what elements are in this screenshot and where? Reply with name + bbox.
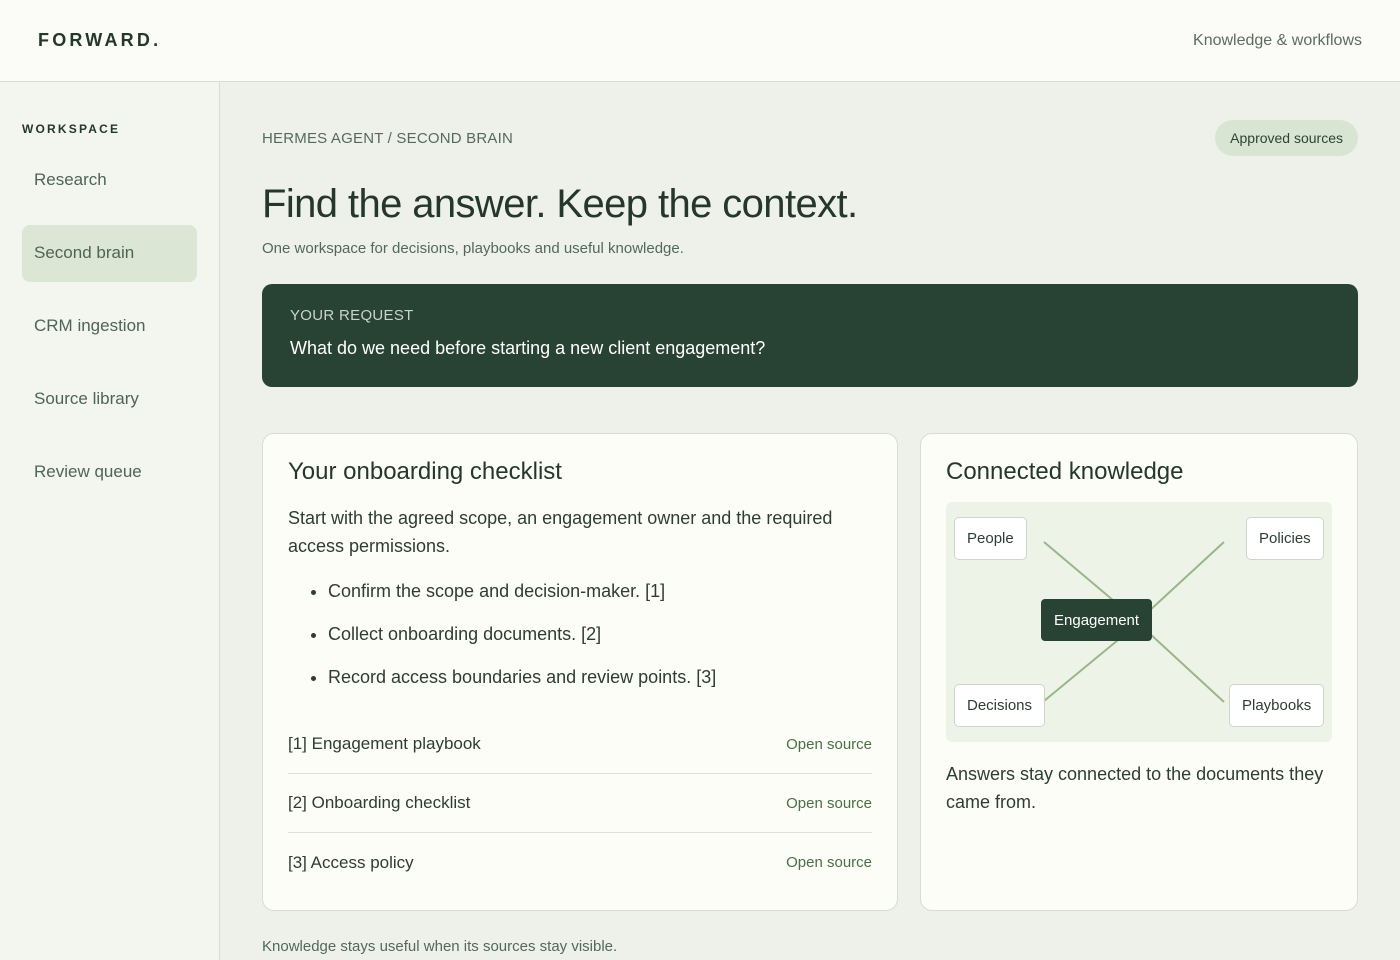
- sidebar-item-review-queue[interactable]: Review queue: [22, 444, 197, 501]
- connector-line: [1043, 541, 1115, 602]
- breadcrumb: HERMES AGENT / SECOND BRAIN: [262, 129, 514, 147]
- app-tagline: Knowledge & workflows: [1193, 31, 1362, 49]
- checklist-card: Your onboarding checklist Start with the…: [262, 433, 898, 911]
- list-item: Collect onboarding documents. [2]: [328, 622, 872, 665]
- page-title: Find the answer. Keep the context.: [262, 182, 858, 226]
- node-decisions[interactable]: Decisions: [954, 684, 1046, 727]
- sidebar-item-crm-ingestion[interactable]: CRM ingestion: [22, 298, 197, 355]
- page-subtitle: One workspace for decisions, playbooks a…: [262, 240, 684, 257]
- source-list: [1] Engagement playbook Open source [2] …: [288, 715, 872, 892]
- node-playbooks[interactable]: Playbooks: [1229, 684, 1325, 727]
- connector-line: [1147, 541, 1225, 613]
- open-source-link[interactable]: Open source: [786, 795, 872, 812]
- connector-line: [1147, 631, 1225, 703]
- checklist-title: Your onboarding checklist: [288, 458, 562, 485]
- status-badge: Approved sources: [1215, 120, 1358, 156]
- source-row: [1] Engagement playbook Open source: [288, 715, 872, 774]
- top-bar: FORWARD. Knowledge & workflows: [0, 0, 1400, 82]
- request-text: What do we need before starting a new cl…: [290, 338, 766, 358]
- knowledge-card: Connected knowledge People Policies Enga…: [920, 433, 1358, 911]
- connector-line: [1043, 639, 1119, 702]
- source-name: [2] Onboarding checklist: [288, 793, 471, 812]
- source-row: [2] Onboarding checklist Open source: [288, 774, 872, 833]
- list-item: Record access boundaries and review poin…: [328, 665, 872, 708]
- sidebar: WORKSPACE Research Second brain CRM inge…: [0, 82, 220, 960]
- sidebar-title: WORKSPACE: [22, 122, 121, 136]
- app-logo[interactable]: FORWARD.: [38, 30, 161, 51]
- knowledge-caption: Answers stay connected to the documents …: [946, 764, 1324, 812]
- header-row: HERMES AGENT / SECOND BRAIN Approved sou…: [262, 120, 1358, 156]
- source-name: [1] Engagement playbook: [288, 734, 481, 753]
- sidebar-item-research[interactable]: Research: [22, 152, 197, 209]
- open-source-link[interactable]: Open source: [786, 854, 872, 871]
- footer-note: Knowledge stays useful when its sources …: [262, 938, 618, 955]
- sidebar-item-second-brain[interactable]: Second brain: [22, 225, 197, 282]
- request-panel: YOUR REQUEST What do we need before star…: [262, 284, 1358, 387]
- checklist-list: Confirm the scope and decision-maker. [1…: [288, 579, 872, 708]
- source-row: [3] Access policy Open source: [288, 833, 872, 892]
- request-label: YOUR REQUEST: [290, 307, 414, 324]
- node-engagement[interactable]: Engagement: [1041, 599, 1153, 641]
- open-source-link[interactable]: Open source: [786, 736, 872, 753]
- node-policies[interactable]: Policies: [1246, 517, 1324, 560]
- checklist-intro: Start with the agreed scope, an engageme…: [288, 508, 833, 556]
- knowledge-graph: People Policies Engagement Decisions Pla…: [946, 502, 1332, 742]
- list-item: Confirm the scope and decision-maker. [1…: [328, 579, 872, 622]
- source-name: [3] Access policy: [288, 852, 414, 872]
- sidebar-item-source-library[interactable]: Source library: [22, 371, 197, 428]
- node-people[interactable]: People: [954, 517, 1027, 560]
- knowledge-title: Connected knowledge: [946, 458, 1184, 485]
